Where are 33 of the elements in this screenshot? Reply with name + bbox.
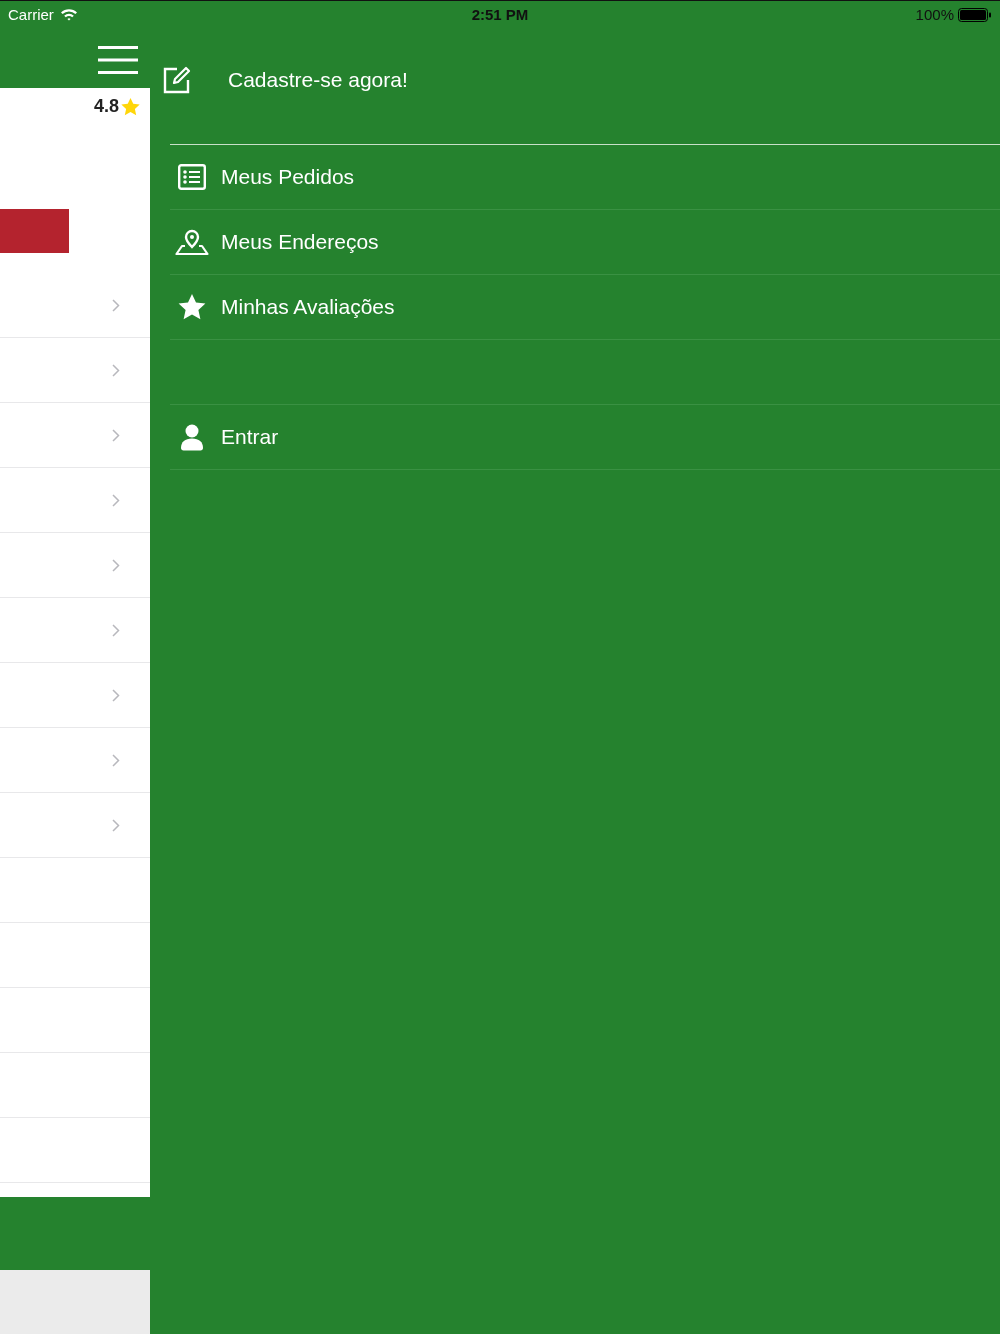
battery-percentage: 100% (915, 6, 954, 23)
chevron-icon (112, 298, 120, 312)
list-icon (178, 164, 206, 190)
chevron-icon (112, 363, 120, 377)
map-pin-icon (175, 228, 209, 256)
menu-item-label: Entrar (221, 425, 279, 449)
menu-item[interactable]: Meus Pedidos (170, 145, 1000, 210)
carrier-name: Carrier (8, 6, 54, 23)
chevron-icon (112, 493, 120, 507)
menu-item-label: Meus Pedidos (221, 165, 355, 189)
star-icon (178, 294, 206, 320)
battery-icon (958, 7, 992, 22)
chevron-icon (112, 428, 120, 442)
wifi-icon (59, 8, 78, 21)
clock-time: 2:51 PM (471, 6, 529, 23)
chevron-icon (112, 558, 120, 572)
user-icon (181, 423, 203, 451)
menu-item[interactable]: Meus Endereços (170, 210, 1000, 275)
star-icon (121, 97, 140, 116)
menu-item-label: Minhas Avaliações (221, 295, 395, 319)
menu-header-item[interactable]: Cadastre-se agora! (150, 48, 1000, 112)
edit-icon (163, 66, 191, 94)
chevron-icon (112, 753, 120, 767)
chevron-icon (112, 818, 120, 832)
menu-header-label: Cadastre-se agora! (228, 68, 408, 92)
menu-icon[interactable] (98, 46, 138, 74)
menu-item-label: Meus Endereços (221, 230, 379, 254)
rating-value: 4.8 (93, 96, 119, 117)
promo-banner (0, 209, 69, 253)
chevron-icon (112, 688, 120, 702)
menu-item[interactable]: Entrar (170, 405, 1000, 470)
chevron-icon (112, 623, 120, 637)
menu-item[interactable]: Minhas Avaliações (170, 275, 1000, 340)
